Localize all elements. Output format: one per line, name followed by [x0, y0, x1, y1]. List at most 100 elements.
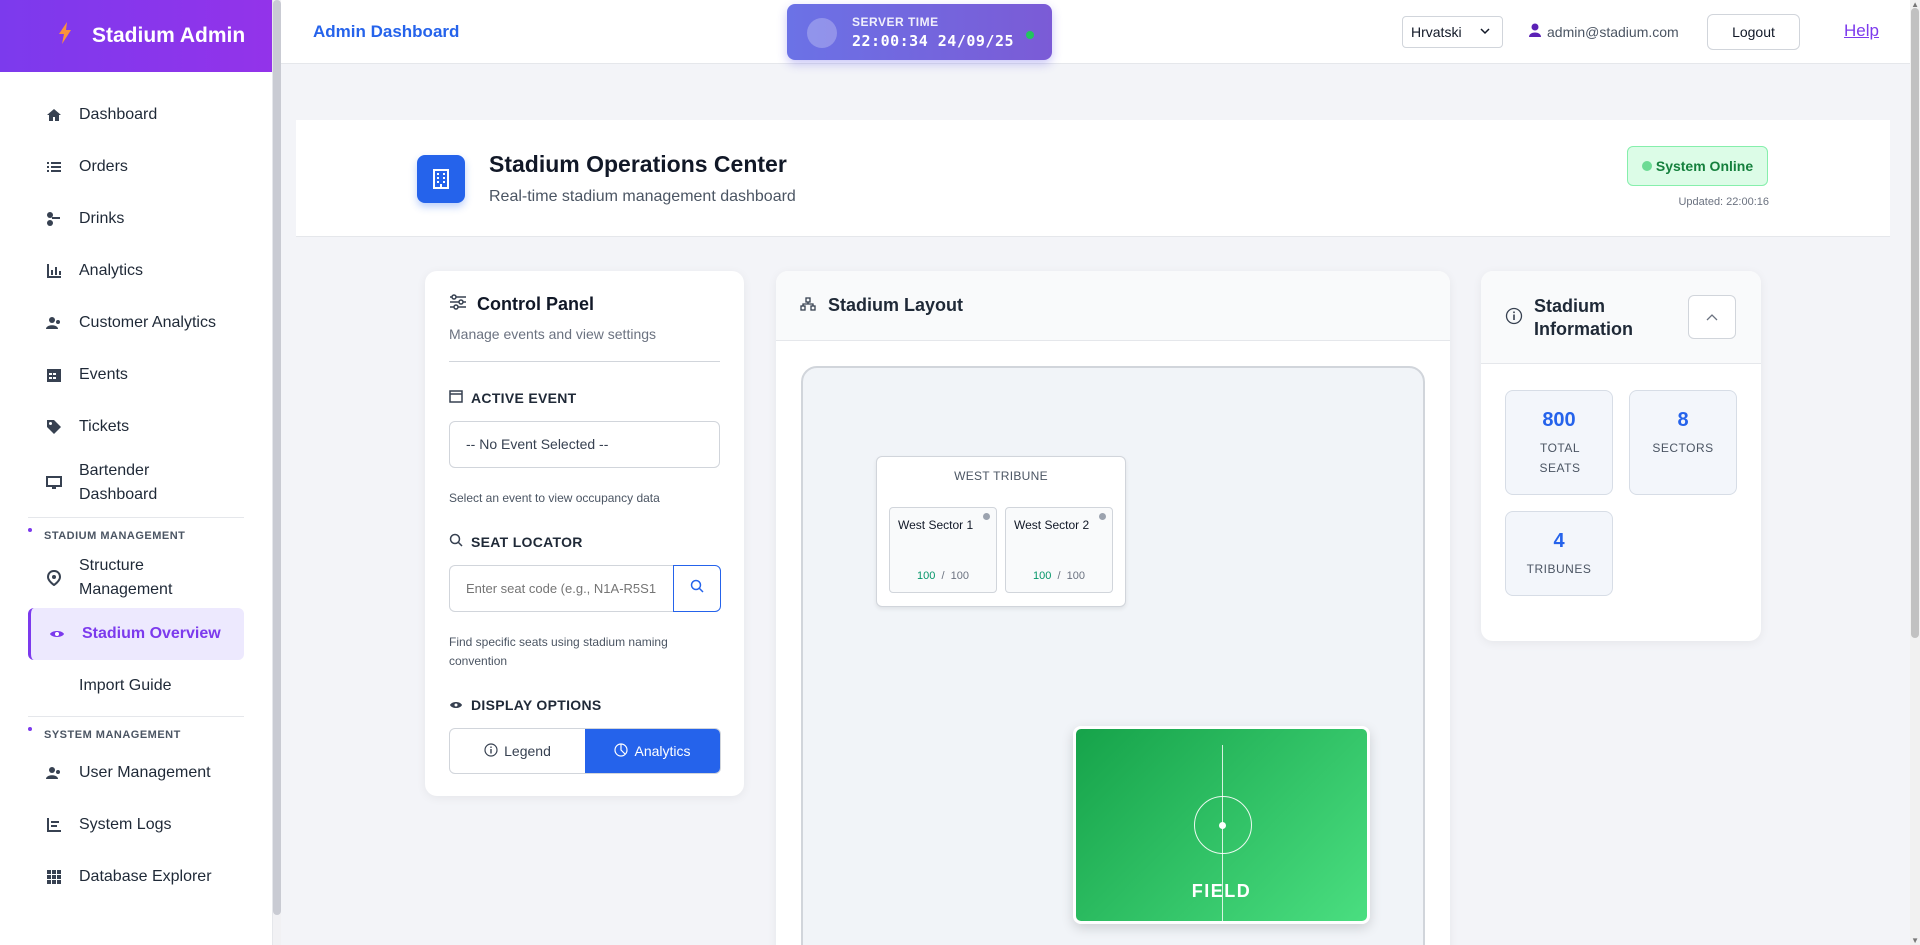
calendar-icon — [449, 389, 463, 406]
sector-name: West Sector 2 — [1014, 518, 1090, 532]
event-select[interactable]: -- No Event Selected -- — [449, 421, 720, 468]
user-icon — [1529, 23, 1541, 40]
analytics-toggle-button[interactable]: Analytics — [585, 729, 720, 773]
sector-name: West Sector 1 — [898, 518, 974, 532]
building-icon — [417, 155, 465, 203]
help-link[interactable]: Help — [1844, 21, 1879, 41]
tribune-name: WEST TRIBUNE — [954, 469, 1048, 483]
tribune-west[interactable]: WEST TRIBUNE West Sector 1 100 / 100 Wes… — [876, 456, 1126, 607]
sidebar-item-label: User Management — [79, 764, 211, 781]
sidebar-item-structure-management[interactable]: Structure Management — [0, 548, 272, 608]
sidebar-item-orders[interactable]: Orders — [0, 141, 272, 193]
sidebar-item-events[interactable]: Events — [0, 349, 272, 401]
sector-west-1[interactable]: West Sector 1 100 / 100 — [889, 507, 997, 593]
topbar: Admin Dashboard SERVER TIME 22:00:34 24/… — [281, 0, 1910, 64]
users-icon — [44, 313, 64, 333]
page-scrollbar-thumb[interactable] — [1911, 8, 1919, 638]
status-dot — [1026, 31, 1034, 39]
sidebar-item-system-logs[interactable]: System Logs — [0, 799, 272, 851]
sidebar-item-label: Bartender Dashboard — [79, 462, 158, 503]
display-options-label: DISPLAY OPTIONS — [449, 697, 602, 713]
server-time-label: SERVER TIME — [852, 15, 939, 29]
analytics-label: Analytics — [634, 743, 691, 759]
sidebar: Stadium Admin Dashboard Orders Drinks An… — [0, 0, 273, 945]
list-icon — [44, 157, 64, 177]
sidebar-item-stadium-overview[interactable]: Stadium Overview — [28, 608, 244, 660]
page-scrollbar[interactable]: ▲ ▼ — [1910, 0, 1920, 945]
header-title: Stadium Operations Center — [489, 151, 787, 177]
sidebar-item-dashboard[interactable]: Dashboard — [0, 89, 272, 141]
stadium-info-header: Stadium Information — [1481, 271, 1761, 364]
control-panel-heading: Control Panel — [449, 294, 594, 315]
collapse-button[interactable] — [1688, 295, 1736, 339]
control-panel-subtitle: Manage events and view settings — [449, 326, 657, 342]
sidebar-item-label: Dashboard — [79, 106, 158, 123]
stadium-layout-card: Stadium Layout WEST TRIBUNE West Sector … — [776, 271, 1450, 945]
field-center-spot — [1219, 822, 1226, 829]
monitor-icon — [44, 473, 64, 493]
sidebar-scrollbar-thumb[interactable] — [273, 0, 281, 915]
chevron-down-icon — [1480, 25, 1490, 39]
info-icon — [484, 742, 498, 760]
updated-timestamp: Updated: 22:00:16 — [1678, 196, 1769, 208]
server-time-widget: SERVER TIME 22:00:34 24/09/25 — [787, 4, 1052, 60]
ticket-icon — [44, 417, 64, 437]
sidebar-item-label: Orders — [79, 158, 128, 175]
seat-locator-hint: Find specific seats using stadium naming… — [449, 635, 668, 668]
legend-toggle-button[interactable]: Legend — [450, 729, 585, 773]
logs-icon — [44, 815, 64, 835]
sector-total: 100 — [950, 570, 970, 582]
sidebar-item-customer-analytics[interactable]: Customer Analytics — [0, 297, 272, 349]
chevron-up-icon — [1706, 308, 1718, 326]
sector-separator: / — [941, 570, 945, 582]
sidebar-item-drinks[interactable]: Drinks — [0, 193, 272, 245]
sector-west-2[interactable]: West Sector 2 100 / 100 — [1005, 507, 1113, 593]
user-email: admin@stadium.com — [1547, 23, 1679, 40]
stat-label: TRIBUNES — [1526, 562, 1592, 576]
seat-locator-label: SEAT LOCATOR — [449, 533, 583, 550]
control-panel-title: Control Panel — [477, 294, 595, 314]
sidebar-item-label: Events — [79, 366, 128, 383]
sidebar-item-bartender-dashboard[interactable]: Bartender Dashboard — [0, 453, 272, 513]
active-event-label: ACTIVE EVENT — [449, 389, 577, 406]
seat-locator-label-text: SEAT LOCATOR — [471, 533, 583, 550]
sidebar-item-user-management[interactable]: User Management — [0, 747, 272, 799]
logout-button[interactable]: Logout — [1707, 14, 1800, 50]
user-info: admin@stadium.com — [1529, 23, 1679, 40]
language-value: Hrvatski — [1411, 24, 1462, 40]
pie-chart-icon — [614, 742, 629, 760]
header-subtitle: Real-time stadium management dashboard — [489, 188, 796, 205]
grid-icon — [44, 867, 64, 887]
info-icon — [1505, 307, 1523, 330]
sidebar-item-import-guide[interactable]: Import Guide — [0, 660, 272, 712]
status-badge: System Online — [1627, 146, 1768, 186]
sector-status-dot — [1099, 513, 1106, 520]
sitemap-icon — [800, 295, 816, 316]
seat-search-input[interactable] — [449, 565, 675, 612]
seat-search-button[interactable] — [673, 565, 721, 612]
section-system-management: SYSTEM MANAGEMENT — [28, 716, 244, 747]
stat-label: TOTAL SEATS — [1539, 441, 1581, 475]
sidebar-item-analytics[interactable]: Analytics — [0, 245, 272, 297]
sidebar-item-database-explorer[interactable]: Database Explorer — [0, 851, 272, 903]
sidebar-item-label: Import Guide — [79, 677, 172, 694]
stat-label: SECTORS — [1652, 441, 1714, 455]
sliders-icon — [449, 294, 467, 315]
page-title[interactable]: Admin Dashboard — [313, 22, 459, 42]
display-toggle: Legend Analytics — [449, 728, 721, 774]
map-pin-icon — [44, 568, 64, 588]
sidebar-item-tickets[interactable]: Tickets — [0, 401, 272, 453]
language-select[interactable]: Hrvatski — [1402, 16, 1503, 48]
sidebar-item-label: Stadium Overview — [82, 625, 221, 642]
header-card: Stadium Operations Center Real-time stad… — [296, 120, 1890, 237]
sidebar-nav: Dashboard Orders Drinks Analytics Custom… — [0, 72, 272, 903]
sidebar-scrollbar[interactable] — [273, 0, 281, 945]
stat-sectors: 8 SECTORS — [1629, 390, 1737, 495]
server-time-value: 22:00:34 24/09/25 — [852, 32, 1015, 50]
brand[interactable]: Stadium Admin — [0, 0, 272, 72]
field: FIELD — [1073, 726, 1370, 924]
sector-occupancy: 100 / 100 — [890, 570, 996, 582]
divider — [449, 361, 720, 362]
sidebar-item-label: Analytics — [79, 262, 144, 279]
scroll-down-icon[interactable]: ▼ — [1911, 936, 1919, 945]
